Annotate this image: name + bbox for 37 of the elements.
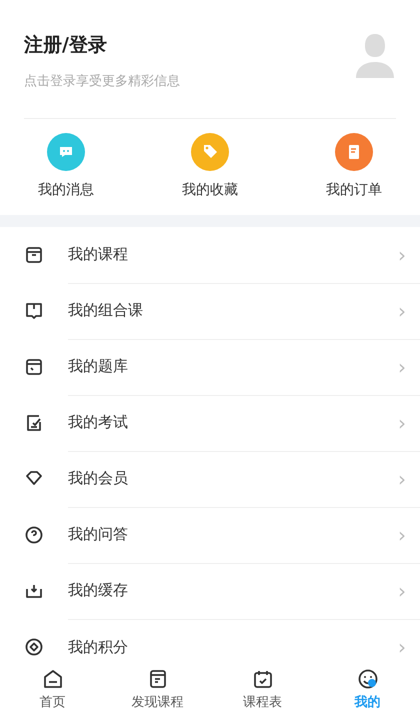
- smiley-icon: [356, 668, 378, 690]
- edit-icon: [24, 413, 44, 433]
- avatar-icon[interactable]: [354, 32, 396, 80]
- target-icon: [24, 637, 44, 657]
- quick-action[interactable]: 我的收藏: [182, 133, 238, 215]
- chevron-icon: ›: [398, 354, 406, 378]
- quick-action-label: 我的收藏: [182, 181, 238, 199]
- quick-action-label: 我的消息: [38, 181, 94, 199]
- home-icon: [42, 668, 64, 690]
- book-icon: [24, 301, 44, 321]
- tab[interactable]: 课程表: [218, 662, 308, 720]
- login-subtitle: 点击登录享受更多精彩信息: [24, 73, 180, 90]
- login-title[interactable]: 注册/登录: [24, 32, 180, 58]
- quick-action-label: 我的订单: [326, 181, 382, 199]
- menu-item[interactable]: 我的考试: [68, 413, 128, 432]
- chevron-icon: ›: [398, 578, 406, 602]
- calendar-icon: [252, 668, 274, 690]
- menu-item[interactable]: 我的积分: [68, 638, 128, 656]
- tab[interactable]: 首页: [8, 662, 98, 720]
- menu-item[interactable]: 我的题库: [68, 357, 128, 376]
- menu-item[interactable]: 我的课程: [68, 245, 128, 264]
- menu-item[interactable]: 我的组合课: [68, 301, 143, 320]
- menu-item[interactable]: 我的缓存: [68, 581, 128, 600]
- quick-action[interactable]: 我的消息: [38, 133, 94, 215]
- chevron-icon: ›: [398, 298, 406, 322]
- chevron-icon: ›: [398, 635, 406, 659]
- box-icon: [24, 245, 44, 265]
- chevron-icon: ›: [398, 242, 406, 266]
- chevron-icon: ›: [398, 410, 406, 434]
- menu-item[interactable]: 我的问答: [68, 525, 128, 544]
- menu-item[interactable]: 我的会员: [68, 469, 128, 488]
- notebook-icon: [24, 357, 44, 377]
- chevron-icon: ›: [398, 522, 406, 546]
- tab[interactable]: 发现课程: [112, 662, 202, 720]
- chevron-icon: ›: [398, 466, 406, 490]
- question-icon: [24, 525, 44, 545]
- quick-action[interactable]: 我的订单: [326, 133, 382, 215]
